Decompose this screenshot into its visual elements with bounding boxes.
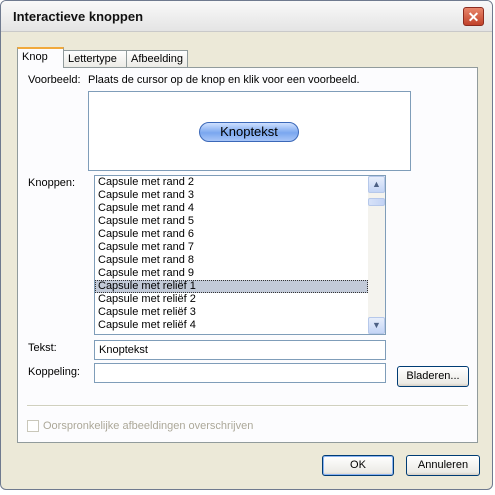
buttons-list-label: Knoppen: xyxy=(28,177,76,189)
preview-label: Voorbeeld: xyxy=(28,74,81,86)
preview-hint: Plaats de cursor op de knop en klik voor… xyxy=(88,74,360,86)
separator xyxy=(27,405,468,407)
overwrite-checkbox[interactable] xyxy=(27,420,39,432)
browse-button[interactable]: Bladeren... xyxy=(397,366,469,387)
title-bar[interactable]: Interactieve knoppen ✕ xyxy=(1,1,492,32)
vertical-scrollbar[interactable]: ▲ ▼ xyxy=(368,176,385,334)
preview-area: Knoptekst xyxy=(88,91,411,171)
list-item[interactable]: Capsule met rand 9 xyxy=(95,267,368,280)
window-title: Interactieve knoppen xyxy=(13,9,144,24)
scroll-up-icon[interactable]: ▲ xyxy=(368,176,385,193)
buttons-listbox[interactable]: Capsule met rand 2 Capsule met rand 3 Caps… xyxy=(94,175,386,335)
list-item[interactable]: Capsule met rand 5 xyxy=(95,215,368,228)
list-item[interactable]: Capsule met rand 8 xyxy=(95,254,368,267)
overwrite-checkbox-label: Oorspronkelijke afbeeldingen overschrijv… xyxy=(43,420,254,432)
ok-button[interactable]: OK xyxy=(322,455,394,476)
list-item[interactable]: Capsule met reliëf 1 xyxy=(95,280,368,293)
list-item[interactable]: Capsule met reliëf 4 xyxy=(95,319,368,332)
scroll-thumb[interactable] xyxy=(368,198,385,206)
tab-knop[interactable]: Knop xyxy=(17,47,64,68)
tab-lettertype[interactable]: Lettertype xyxy=(63,50,127,67)
list-item[interactable]: Capsule met rand 7 xyxy=(95,241,368,254)
preview-capsule-button[interactable]: Knoptekst xyxy=(199,122,299,142)
text-label: Tekst: xyxy=(28,342,57,354)
list-item[interactable]: Capsule met reliëf 2 xyxy=(95,293,368,306)
text-input[interactable]: Knoptekst xyxy=(94,340,386,360)
link-label: Koppeling: xyxy=(28,366,80,378)
close-icon[interactable]: ✕ xyxy=(463,7,484,26)
list-item[interactable]: Capsule met rand 3 xyxy=(95,189,368,202)
scroll-down-icon[interactable]: ▼ xyxy=(368,317,385,334)
link-input[interactable] xyxy=(94,363,386,383)
cancel-button[interactable]: Annuleren xyxy=(406,455,480,476)
list-item[interactable]: Capsule met rand 4 xyxy=(95,202,368,215)
listbox-items: Capsule met rand 2 Capsule met rand 3 Caps… xyxy=(95,176,368,332)
list-item[interactable]: Capsule met rand 2 xyxy=(95,176,368,189)
list-item[interactable]: Capsule met reliëf 3 xyxy=(95,306,368,319)
list-item[interactable]: Capsule met rand 6 xyxy=(95,228,368,241)
tab-afbeelding[interactable]: Afbeelding xyxy=(126,50,188,67)
dialog-window: Interactieve knoppen ✕ Knop Lettertype A… xyxy=(0,0,493,490)
